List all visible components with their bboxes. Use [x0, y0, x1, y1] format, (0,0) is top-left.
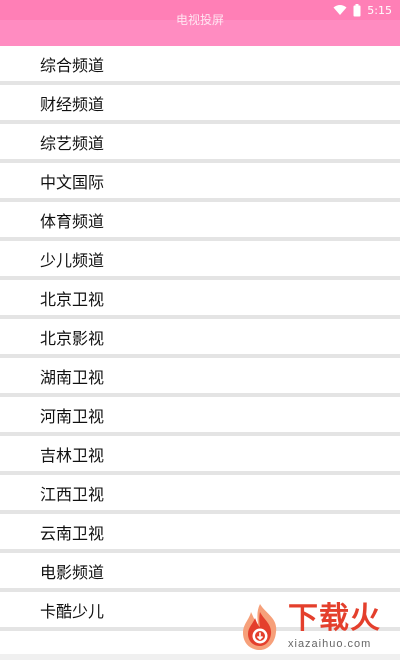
- channel-item[interactable]: 体育频道: [0, 202, 400, 241]
- channel-label: 云南卫视: [40, 523, 105, 543]
- channel-label: 综艺频道: [40, 133, 105, 153]
- channel-label: 河南卫视: [40, 406, 105, 426]
- channel-item[interactable]: 电影频道: [0, 553, 400, 592]
- channel-label: 湖南卫视: [40, 367, 105, 387]
- app-title: 电视投屏: [175, 13, 224, 27]
- channel-label: 吉林卫视: [40, 445, 105, 465]
- channel-label: 少儿频道: [40, 250, 105, 270]
- channel-item[interactable]: 吉林卫视: [0, 436, 400, 475]
- channel-item[interactable]: 湖南卫视: [0, 358, 400, 397]
- channel-item[interactable]: 卡酷少儿: [0, 592, 400, 631]
- channel-label: 卡酷少儿: [40, 601, 105, 621]
- channel-item[interactable]: 北京卫视: [0, 280, 400, 319]
- channel-item[interactable]: 综艺频道: [0, 124, 400, 163]
- channel-item[interactable]: 中文国际: [0, 163, 400, 202]
- channel-item[interactable]: 北京影视: [0, 319, 400, 358]
- channel-list: 综合频道 财经频道 综艺频道 中文国际 体育频道 少儿频道 北京卫视 北京影视 …: [0, 46, 400, 631]
- channel-label: 综合频道: [40, 55, 105, 75]
- channel-label: 北京卫视: [40, 289, 105, 309]
- watermark-domain: xiazaihuo.com: [288, 638, 372, 650]
- channel-label: 北京影视: [40, 328, 105, 348]
- channel-label: 财经频道: [40, 94, 105, 114]
- channel-label: 电影频道: [40, 562, 105, 582]
- channel-item[interactable]: 财经频道: [0, 85, 400, 124]
- channel-label: 体育频道: [40, 211, 105, 231]
- channel-item[interactable]: 云南卫视: [0, 514, 400, 553]
- channel-item[interactable]: 综合频道: [0, 46, 400, 85]
- channel-item[interactable]: 河南卫视: [0, 397, 400, 436]
- channel-label: 江西卫视: [40, 484, 105, 504]
- channel-item[interactable]: 少儿频道: [0, 241, 400, 280]
- channel-item[interactable]: 江西卫视: [0, 475, 400, 514]
- channel-label: 中文国际: [40, 172, 105, 192]
- bottom-strip: [0, 654, 400, 660]
- app-bar: 电视投屏: [0, 13, 400, 46]
